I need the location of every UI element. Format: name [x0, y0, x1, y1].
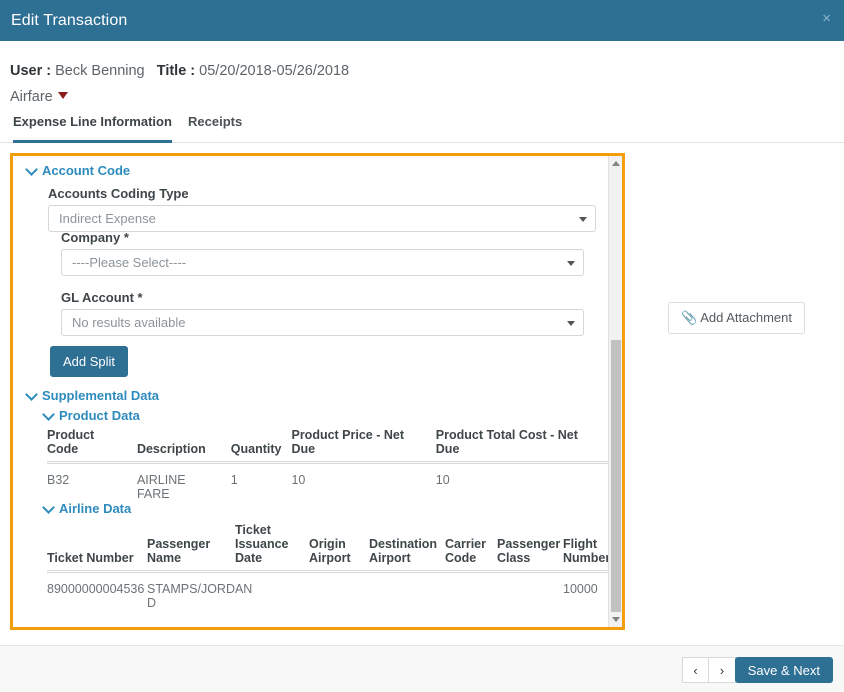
cell-origin-airport [309, 572, 369, 620]
cell-description: AIRLINE FARE [136, 473, 186, 501]
expense-line-panel: Account Code Accounts Coding Type Indire… [10, 153, 625, 630]
column-header: Carrier Code [445, 521, 497, 573]
gl-account-value: No results available [72, 315, 186, 330]
cell-carrier-code [445, 572, 497, 620]
field-label: GL Account * [61, 290, 143, 305]
section-product-data[interactable]: Product Data [42, 408, 140, 423]
field-label: Company * [61, 230, 129, 245]
column-header: Destination Airport [369, 521, 445, 573]
tab-receipts[interactable]: Receipts [188, 114, 242, 143]
vertical-scrollbar[interactable] [608, 156, 622, 627]
column-header: Product Code [47, 426, 137, 464]
company-value: ----Please Select---- [72, 255, 187, 270]
tab-bar: Expense Line Information Receipts [0, 114, 844, 143]
section-supplemental-data-label: Supplemental Data [42, 388, 160, 403]
attachment-area: 📎 Add Attachment [668, 302, 805, 334]
pagination-controls: ‹ › [682, 657, 736, 683]
section-product-data-label: Product Data [59, 408, 140, 423]
chevron-down-icon [42, 501, 55, 514]
column-header: Quantity [230, 426, 292, 464]
column-header: Product Price - Net Due [291, 426, 436, 464]
table-header-row: Product Code Description Quantity Produc… [47, 426, 608, 464]
column-header: Product Total Cost - Net Due [435, 426, 608, 464]
column-header: Ticket Issuance Date [235, 521, 309, 573]
paperclip-icon: 📎 [681, 310, 698, 325]
field-company: Company * ----Please Select---- [61, 230, 584, 276]
chevron-down-icon [579, 217, 587, 222]
gl-account-select[interactable]: No results available [61, 309, 584, 336]
cell-ticket-number: 89000000004536 [47, 582, 145, 596]
section-account-code[interactable]: Account Code [25, 163, 131, 178]
chevron-down-icon [25, 388, 38, 401]
column-header: Flight Number [563, 521, 608, 573]
column-header: Passenger Name [147, 521, 235, 573]
transaction-meta: User : Beck Benning Title : 05/20/2018-0… [10, 58, 349, 110]
field-gl-account: GL Account * No results available [61, 290, 584, 336]
close-icon[interactable]: × [822, 11, 831, 26]
company-select[interactable]: ----Please Select---- [61, 249, 584, 276]
scrollbar-thumb[interactable] [611, 340, 621, 612]
title-label: Title : [156, 63, 196, 79]
chevron-down-icon [567, 261, 575, 266]
meta-line-2: Airfare [10, 84, 349, 110]
title-value: 05/20/2018-05/26/2018 [199, 63, 350, 79]
cell-destination-airport [369, 572, 445, 620]
add-attachment-label: Add Attachment [700, 310, 792, 325]
previous-button[interactable]: ‹ [682, 657, 709, 683]
scroll-down-icon[interactable] [612, 617, 620, 622]
chevron-down-icon [42, 408, 55, 421]
save-and-next-button[interactable]: Save & Next [734, 657, 833, 683]
cell-passenger-name: STAMPS/JORDAN D [147, 582, 253, 610]
meta-line-1: User : Beck Benning Title : 05/20/2018-0… [10, 58, 349, 84]
chevron-down-icon [567, 321, 575, 326]
dialog-footer: ‹ › Save & Next [0, 645, 844, 692]
add-attachment-button[interactable]: 📎 Add Attachment [668, 302, 805, 334]
cell-product-total-cost-net-due: 10 [435, 473, 450, 487]
column-header: Ticket Number [47, 521, 147, 573]
expense-category: Airfare [10, 89, 53, 105]
next-button[interactable]: › [709, 657, 736, 683]
column-header: Description [136, 426, 231, 464]
accounts-coding-type-value: Indirect Expense [59, 211, 156, 226]
tab-expense-line-information[interactable]: Expense Line Information [13, 114, 172, 143]
user-label: User : [10, 63, 52, 79]
chevron-down-icon [25, 163, 38, 176]
column-header: Origin Airport [309, 521, 369, 573]
user-value: Beck Benning [55, 63, 145, 79]
section-airline-data[interactable]: Airline Data [42, 501, 132, 516]
scroll-up-icon[interactable] [612, 161, 620, 166]
field-accounts-coding-type: Accounts Coding Type Indirect Expense [48, 186, 596, 232]
column-header: Passenger Class [497, 521, 563, 573]
table-header-row: Ticket Number Passenger Name Ticket Issu… [47, 521, 608, 573]
add-split-button[interactable]: Add Split [50, 346, 129, 377]
section-supplemental-data[interactable]: Supplemental Data [25, 388, 160, 403]
caret-down-icon[interactable] [57, 92, 68, 99]
section-account-code-label: Account Code [42, 163, 131, 178]
accounts-coding-type-select[interactable]: Indirect Expense [48, 205, 596, 232]
cell-quantity: 1 [230, 473, 238, 487]
airline-data-table: Ticket Number Passenger Name Ticket Issu… [47, 521, 608, 619]
field-label: Accounts Coding Type [48, 186, 189, 201]
expense-line-scroll-content: Account Code Accounts Coding Type Indire… [13, 156, 608, 627]
cell-flight-number: 10000 [563, 582, 598, 596]
cell-passenger-class [497, 572, 563, 620]
section-airline-data-label: Airline Data [59, 501, 132, 516]
table-row: 89000000004536 STAMPS/JORDAN D 10000 [47, 572, 608, 620]
dialog-title: Edit Transaction [11, 11, 128, 29]
cell-product-price-net-due: 10 [291, 473, 306, 487]
dialog-titlebar: Edit Transaction × [0, 0, 844, 41]
product-data-table: Product Code Description Quantity Produc… [47, 426, 608, 510]
